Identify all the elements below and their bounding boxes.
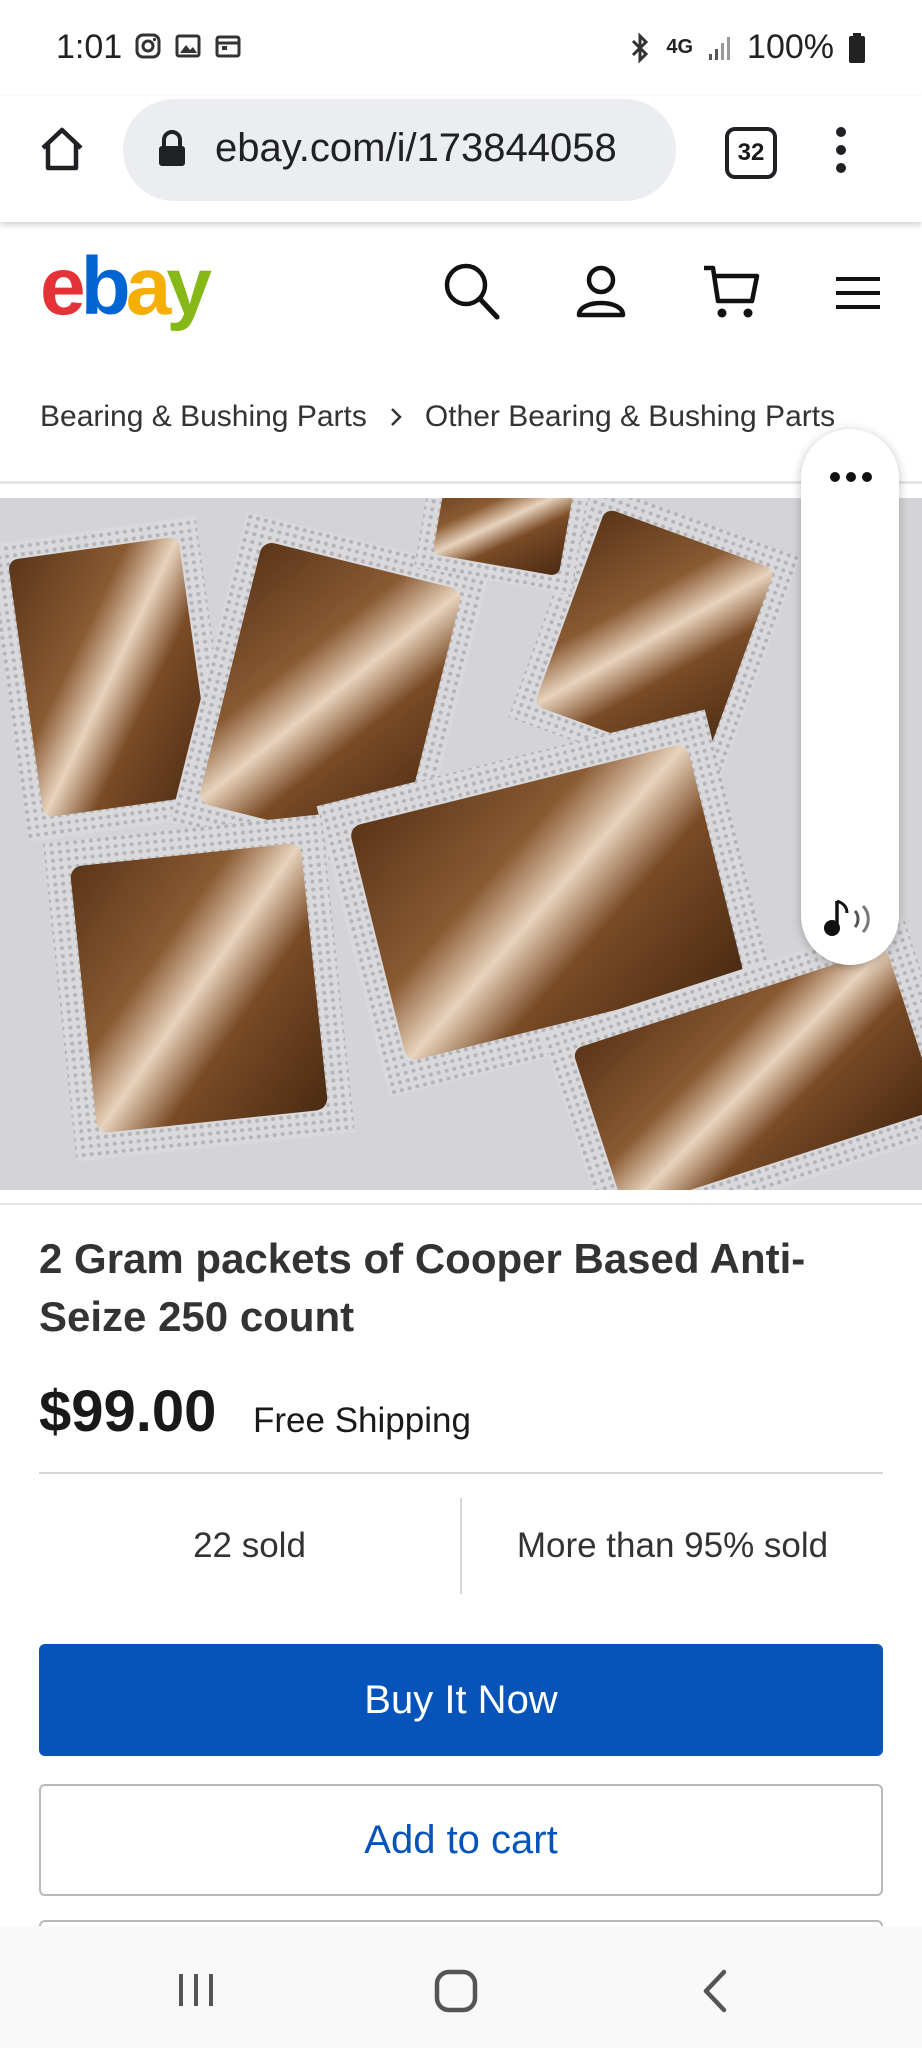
- header-divider: [0, 481, 922, 484]
- battery-icon: [849, 32, 865, 63]
- logo-letter-b: b: [80, 241, 131, 332]
- logo-letter-e: e: [40, 241, 86, 332]
- status-notification-icons: [134, 32, 242, 60]
- product-photo: [0, 498, 922, 1190]
- chevron-right-icon: [390, 408, 402, 426]
- calendar-icon: [215, 35, 241, 58]
- product-image[interactable]: [0, 498, 922, 1190]
- buy-it-now-button[interactable]: Buy It Now: [39, 1644, 883, 1756]
- image-divider: [0, 1203, 922, 1205]
- breadcrumb-item-bearing-bushing-parts[interactable]: Bearing & Bushing Parts: [40, 400, 367, 434]
- tab-switcher-icon[interactable]: 32: [725, 127, 777, 179]
- logo-letter-a: a: [125, 241, 172, 332]
- logo-letter-y: y: [166, 241, 212, 332]
- cart-icon[interactable]: [702, 263, 760, 321]
- network-type-label: 4G: [666, 36, 694, 58]
- price-divider: [39, 1472, 883, 1474]
- battery-percent: 100%: [747, 28, 834, 66]
- overflow-menu-icon[interactable]: [834, 125, 848, 175]
- floating-media-panel[interactable]: [801, 429, 899, 965]
- instagram-icon: [135, 33, 161, 59]
- product-price: $99.00: [39, 1379, 217, 1444]
- breadcrumb-item-other-bearing-bushing-parts[interactable]: Other Bearing & Bushing Parts: [425, 400, 835, 434]
- sold-count: 22 sold: [193, 1526, 306, 1565]
- status-time: 1:01: [56, 28, 123, 66]
- ebay-logo[interactable]: ebay: [40, 241, 212, 332]
- sold-percent: More than 95% sold: [516, 1526, 829, 1565]
- more-dots-icon[interactable]: [829, 471, 873, 483]
- gallery-icon: [175, 34, 201, 58]
- url-text[interactable]: ebay.com/i/173844058: [215, 126, 660, 171]
- status-system-area: 4G 100%: [628, 28, 866, 67]
- home-icon[interactable]: [37, 124, 87, 174]
- lock-icon: [159, 130, 185, 166]
- hamburger-menu-icon[interactable]: [834, 275, 882, 311]
- audio-note-icon[interactable]: [823, 897, 879, 941]
- breadcrumb: Bearing & Bushing Parts Other Bearing & …: [40, 400, 835, 434]
- signal-icon: [709, 36, 731, 60]
- back-icon[interactable]: [698, 1968, 730, 2014]
- recent-apps-icon[interactable]: [176, 1970, 216, 2010]
- account-icon[interactable]: [575, 263, 627, 319]
- home-button-icon[interactable]: [433, 1968, 479, 2014]
- add-to-cart-button[interactable]: Add to cart: [39, 1784, 883, 1896]
- product-title: 2 Gram packets of Cooper Based Anti-Seiz…: [39, 1235, 806, 1340]
- search-icon[interactable]: [442, 261, 502, 323]
- bluetooth-icon: [632, 31, 649, 64]
- shipping-info: Free Shipping: [253, 1401, 471, 1440]
